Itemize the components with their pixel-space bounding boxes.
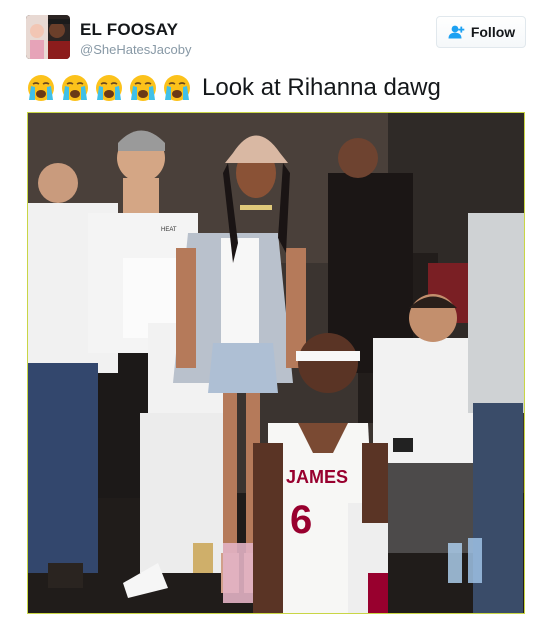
add-user-icon	[447, 25, 465, 39]
tweet-text: Look at Rihanna dawg	[26, 70, 441, 106]
photo-scene: HEAT JAMES 6	[28, 113, 524, 613]
tweet-photo[interactable]: HEAT JAMES 6	[27, 112, 525, 614]
shirt-logo: HEAT	[161, 227, 177, 233]
jersey-name: JAMES	[286, 467, 348, 487]
crying-face-icon	[128, 73, 158, 103]
crying-face-icon	[26, 73, 56, 103]
author-name[interactable]: EL FOOSAY	[80, 20, 178, 40]
author-handle[interactable]: @SheHatesJacoby	[80, 42, 191, 57]
avatar[interactable]	[26, 15, 70, 59]
jersey-number: 6	[290, 498, 312, 542]
crying-face-icon	[60, 73, 90, 103]
crying-face-icon	[162, 73, 192, 103]
emoji-row	[26, 73, 192, 103]
follow-label: Follow	[470, 24, 516, 40]
follow-button[interactable]: Follow	[436, 16, 526, 48]
tweet-text-body: Look at Rihanna dawg	[202, 74, 441, 101]
crying-face-icon	[94, 73, 124, 103]
tweet-card: EL FOOSAY @SheHatesJacoby Follow Look at…	[0, 0, 550, 624]
